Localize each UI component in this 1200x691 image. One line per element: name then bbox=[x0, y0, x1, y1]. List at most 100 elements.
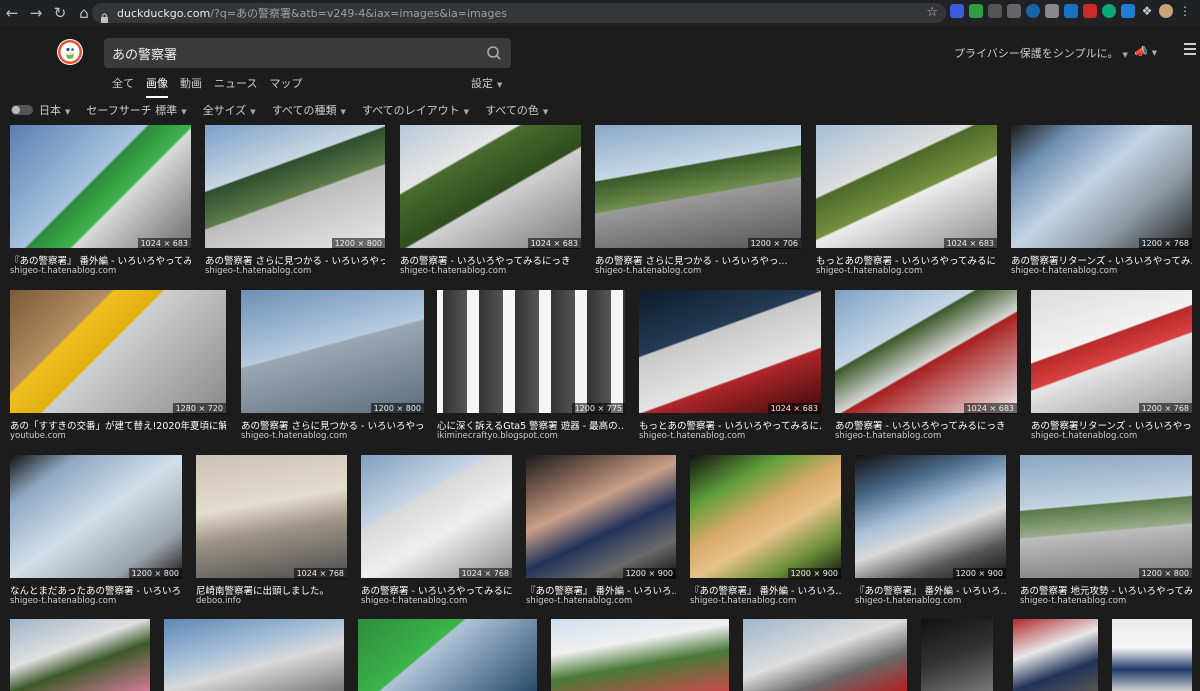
image-thumbnail bbox=[816, 125, 997, 248]
reload-icon[interactable]: ↻ bbox=[48, 0, 72, 26]
chevron-down-icon: ▼ bbox=[542, 108, 549, 116]
image-source: shigeo-t.hatenablog.com bbox=[526, 596, 633, 606]
image-result[interactable]: 1200 × 800 あの警察署 さらに見つかる - いろいろやっ... shi… bbox=[205, 125, 385, 276]
image-result[interactable]: 1024 × 768 あの警察署 - いろいろやってみるに... shigeo-… bbox=[361, 455, 512, 606]
image-result[interactable]: 1200 × 800 なんとまだあったあの警察署 - いろいろ... shige… bbox=[10, 455, 182, 606]
image-result[interactable]: 1200 × 768 あの警察署リターンズ - いろいろやっ... shigeo… bbox=[1031, 290, 1192, 441]
back-arrow-icon[interactable]: ← bbox=[0, 0, 24, 26]
filter-label: セーフサーチ 標準 bbox=[86, 104, 178, 117]
image-thumbnail bbox=[358, 619, 537, 691]
image-title: あの警察署 - いろいろやってみるにっき bbox=[835, 421, 1006, 432]
image-thumbnail bbox=[10, 619, 150, 691]
extension-icon[interactable] bbox=[969, 4, 983, 18]
image-result[interactable]: 1200 × 768 あの警察署リターンズ - いろいろやってみ... shig… bbox=[1011, 125, 1192, 276]
tab-images[interactable]: 画像 bbox=[146, 75, 168, 98]
image-thumbnail bbox=[921, 619, 993, 691]
image-source: shigeo-t.hatenablog.com bbox=[690, 596, 797, 606]
image-thumbnail bbox=[595, 125, 801, 248]
extension-icon[interactable] bbox=[1121, 4, 1135, 18]
image-result[interactable] bbox=[921, 619, 993, 691]
chevron-down-icon: ▼ bbox=[250, 108, 256, 116]
image-title: あの警察署 地元攻勢 - いろいろやってみ... bbox=[1020, 586, 1192, 597]
filter-type[interactable]: すべての種類 ▼ bbox=[272, 102, 346, 118]
megaphone-icon[interactable]: 📣 ▼ bbox=[1134, 45, 1157, 58]
image-result[interactable] bbox=[1112, 619, 1192, 691]
image-title: あの警察署 さらに見つかる - いろいろやっ... bbox=[241, 421, 424, 432]
filter-size[interactable]: 全サイズ ▼ bbox=[203, 102, 256, 118]
tab-videos[interactable]: 動画 bbox=[180, 75, 202, 98]
extension-icon[interactable] bbox=[1064, 4, 1078, 18]
tab-all[interactable]: 全て bbox=[112, 75, 134, 98]
chevron-down-icon: ▼ bbox=[1151, 49, 1158, 57]
more-vert-icon[interactable]: ⋮ bbox=[1178, 4, 1192, 18]
puzzle-icon[interactable]: ❖ bbox=[1140, 4, 1154, 18]
image-thumbnail bbox=[743, 619, 907, 691]
settings-dropdown[interactable]: 設定 ▼ bbox=[471, 75, 502, 91]
image-result[interactable] bbox=[551, 619, 729, 691]
region-toggle[interactable] bbox=[11, 105, 33, 115]
image-thumbnail bbox=[164, 619, 344, 691]
filter-layout[interactable]: すべてのレイアウト ▼ bbox=[362, 102, 469, 118]
image-result[interactable]: 1200 × 706 あの警察署 さらに見つかる - いろいろやっ... shi… bbox=[595, 125, 801, 276]
profile-avatar[interactable] bbox=[1159, 4, 1173, 18]
image-result[interactable]: 1200 × 775 心に深く訴えるGta5 警察署 遊器 - 最高の… iki… bbox=[437, 290, 625, 441]
image-result[interactable]: 1200 × 800 あの警察署 さらに見つかる - いろいろやっ... shi… bbox=[241, 290, 424, 441]
filter-region-label: 日本 bbox=[39, 104, 61, 117]
hamburger-menu-icon[interactable] bbox=[1184, 43, 1196, 55]
extension-icon[interactable] bbox=[1083, 4, 1097, 18]
chevron-down-icon: ▼ bbox=[340, 108, 346, 116]
privacy-dropdown[interactable]: プライバシー保護をシンプルに。 ▼ bbox=[954, 45, 1128, 61]
filter-safesearch[interactable]: セーフサーチ 標準 ▼ bbox=[86, 102, 186, 118]
image-title: あの警察署 - いろいろやってみるにっき bbox=[400, 256, 571, 267]
image-result[interactable]: 1200 × 900 『あの警察署』 番外編 - いろいろ... shigeo-… bbox=[855, 455, 1006, 606]
image-result[interactable] bbox=[1013, 619, 1098, 691]
image-result[interactable]: 1024 × 683 あの警察署 - いろいろやってみるにっき shigeo-t… bbox=[835, 290, 1017, 441]
image-result[interactable] bbox=[164, 619, 344, 691]
search-input[interactable] bbox=[112, 45, 472, 61]
image-dimensions: 1200 × 900 bbox=[622, 568, 676, 579]
image-result[interactable]: 1024 × 768 尼崎南警察署に出頭しました。 deboo.info bbox=[196, 455, 347, 606]
image-result[interactable]: 1024 × 683 もっとあの警察署 - いろいろやってみるに... shig… bbox=[639, 290, 821, 441]
image-thumbnail bbox=[361, 455, 512, 578]
chevron-down-icon: ▼ bbox=[463, 108, 470, 116]
image-thumbnail bbox=[437, 290, 625, 413]
image-result[interactable]: 1024 × 683 『あの警察署』 番外編 - いろいろやってみ... shi… bbox=[10, 125, 191, 276]
extension-icon[interactable] bbox=[1007, 4, 1021, 18]
image-thumbnail bbox=[196, 455, 347, 578]
filter-label: すべての色 bbox=[485, 104, 539, 117]
image-result[interactable]: 1200 × 900 『あの警察署』 番外編 - いろいろ... shigeo-… bbox=[526, 455, 676, 606]
duckduckgo-logo-icon[interactable] bbox=[57, 39, 83, 65]
extension-icon[interactable] bbox=[1102, 4, 1116, 18]
image-title: あの警察署 さらに見つかる - いろいろやっ... bbox=[205, 256, 385, 267]
image-thumbnail bbox=[690, 455, 841, 578]
image-result[interactable] bbox=[358, 619, 537, 691]
extension-icon[interactable] bbox=[950, 4, 964, 18]
chevron-down-icon: ▼ bbox=[65, 108, 71, 116]
extension-icon[interactable] bbox=[1045, 4, 1059, 18]
filter-color[interactable]: すべての色 ▼ bbox=[485, 102, 548, 118]
image-result[interactable] bbox=[743, 619, 907, 691]
image-result[interactable]: 1024 × 683 あの警察署 - いろいろやってみるにっき shigeo-t… bbox=[400, 125, 581, 276]
image-thumbnail bbox=[1112, 619, 1192, 691]
image-result[interactable] bbox=[10, 619, 150, 691]
image-thumbnail bbox=[855, 455, 1006, 578]
address-bar[interactable]: duckduckgo.com/?q=あの警察署&atb=v249-4&iax=i… bbox=[92, 3, 946, 23]
image-source: shigeo-t.hatenablog.com bbox=[400, 266, 507, 276]
tab-maps[interactable]: マップ bbox=[269, 75, 302, 98]
image-title: 『あの警察署』 番外編 - いろいろ... bbox=[690, 586, 841, 597]
filter-region[interactable]: 日本 ▼ bbox=[39, 102, 70, 118]
tab-news[interactable]: ニュース bbox=[214, 75, 257, 98]
image-result[interactable]: 1280 × 720 あの「すすきの交番」が建て替え!2020年夏頃に解... … bbox=[10, 290, 226, 441]
image-result[interactable]: 1200 × 800 あの警察署 地元攻勢 - いろいろやってみ... shig… bbox=[1020, 455, 1192, 606]
image-source: shigeo-t.hatenablog.com bbox=[361, 596, 468, 606]
forward-arrow-icon[interactable]: → bbox=[24, 0, 48, 26]
image-result[interactable]: 1024 × 683 もっとあの警察署 - いろいろやってみるに... shig… bbox=[816, 125, 997, 276]
image-result[interactable]: 1200 × 900 『あの警察署』 番外編 - いろいろ... shigeo-… bbox=[690, 455, 841, 606]
image-source: youtube.com bbox=[10, 431, 66, 441]
image-dimensions: 1200 × 800 bbox=[1138, 568, 1192, 579]
image-dimensions: 1200 × 800 bbox=[128, 568, 182, 579]
extension-icon[interactable] bbox=[1026, 4, 1040, 18]
bookmark-star-icon[interactable]: ☆ bbox=[926, 5, 938, 20]
search-icon[interactable] bbox=[486, 45, 502, 61]
extension-icon[interactable] bbox=[988, 4, 1002, 18]
